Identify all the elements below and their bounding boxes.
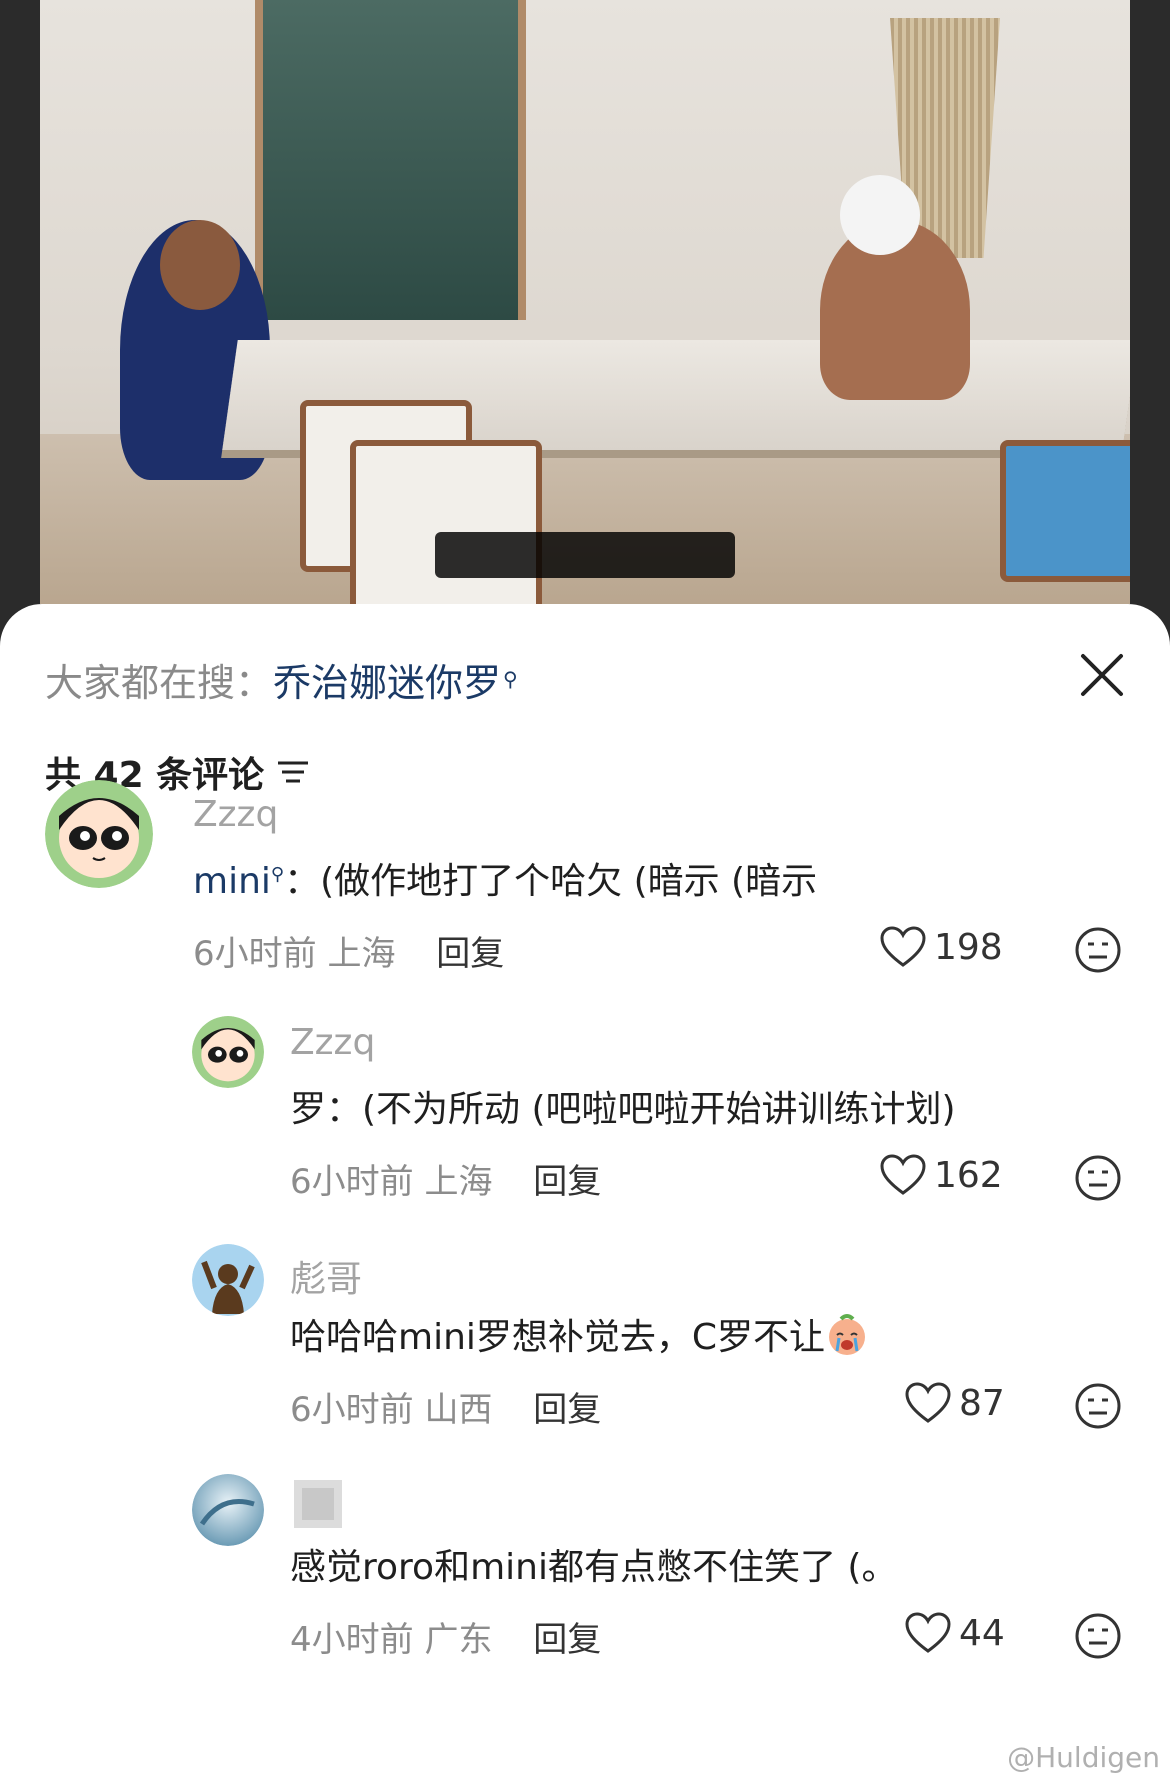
comment-location: 上海 <box>424 1162 493 1202</box>
trending-search[interactable]: 大家都在搜： 乔治娜迷你罗 ⚲ <box>45 652 518 707</box>
comment-time: 6小时前 <box>193 934 317 974</box>
heart-icon <box>905 1612 951 1653</box>
search-icon: ⚲ <box>503 667 518 691</box>
avatar[interactable] <box>192 1474 264 1546</box>
like-button[interactable]: 87 <box>905 1382 1005 1424</box>
dislike-face-icon[interactable] <box>1074 1382 1122 1430</box>
like-count: 87 <box>959 1382 1005 1424</box>
comment-time: 6小时前 <box>290 1162 414 1202</box>
video-door <box>255 0 526 320</box>
video-player[interactable] <box>40 0 1130 604</box>
comment-text: mini⚲：(做作地打了个哈欠 (暗示 (暗示 <box>193 852 817 904</box>
comment-location: 山西 <box>424 1390 493 1430</box>
crying-emoji-icon <box>829 1314 866 1355</box>
watermark: @Huldigen <box>1007 1741 1160 1774</box>
dislike-face-icon[interactable] <box>1074 1612 1122 1660</box>
video-progress-pill[interactable] <box>435 532 735 578</box>
comment-time: 4小时前 <box>290 1620 414 1660</box>
comment-meta: 4小时前 广东 回复 <box>290 1612 601 1661</box>
comment-location: 广东 <box>424 1620 493 1660</box>
comment-sheet: 大家都在搜： 乔治娜迷你罗 ⚲ 共 42 条评论 Zzzq mini⚲：(做作地… <box>0 604 1170 1786</box>
dislike-face-icon[interactable] <box>1074 926 1122 974</box>
comment-mention[interactable]: mini <box>193 861 271 902</box>
comment-time: 6小时前 <box>290 1390 414 1430</box>
reply-button[interactable]: 回复 <box>436 934 504 974</box>
trending-search-term[interactable]: 乔治娜迷你罗 <box>273 652 501 707</box>
like-button[interactable]: 198 <box>880 926 1003 968</box>
search-icon: ⚲ <box>270 864 285 885</box>
video-chair <box>350 440 542 604</box>
avatar[interactable] <box>45 780 153 888</box>
like-count: 162 <box>934 1154 1003 1196</box>
heart-icon <box>880 926 926 967</box>
comment-meta: 6小时前 上海 回复 <box>193 926 504 975</box>
comment-body: 罗：(不为所动 (吧啦吧啦开始讲训练计划) <box>290 1089 956 1130</box>
close-icon[interactable] <box>1075 648 1129 702</box>
comment-username[interactable]: Zzzq <box>290 1022 375 1063</box>
comment-text: 哈哈哈mini罗想补觉去，C罗不让 <box>290 1308 869 1360</box>
video-chair-blue <box>1000 440 1130 582</box>
comment-username[interactable]: 彪哥 <box>290 1250 362 1302</box>
comment-meta: 6小时前 上海 回复 <box>290 1154 601 1203</box>
reply-button[interactable]: 回复 <box>533 1390 601 1430</box>
trending-search-prefix: 大家都在搜： <box>45 660 274 705</box>
video-person-man-cap <box>840 175 920 255</box>
reply-button[interactable]: 回复 <box>533 1620 601 1660</box>
heart-icon <box>905 1382 951 1423</box>
like-button[interactable]: 44 <box>905 1612 1005 1654</box>
comment-location: 上海 <box>327 934 396 974</box>
video-person-boy-head <box>160 220 240 310</box>
like-count: 44 <box>959 1612 1005 1654</box>
avatar[interactable] <box>192 1016 264 1088</box>
dislike-face-icon[interactable] <box>1074 1154 1122 1202</box>
comment-username[interactable]: Zzzq <box>193 794 278 835</box>
like-count: 198 <box>934 926 1003 968</box>
comment-body: ：(做作地打了个哈欠 (暗示 (暗示 <box>284 861 818 902</box>
sort-icon[interactable] <box>276 757 310 787</box>
comment-body: 感觉roro和mini都有点憋不住笑了 (。 <box>290 1547 898 1588</box>
heart-icon <box>880 1154 926 1195</box>
avatar[interactable] <box>192 1244 264 1316</box>
comment-body: 哈哈哈mini罗想补觉去，C罗不让 <box>290 1317 826 1358</box>
username-placeholder-image[interactable] <box>294 1480 342 1528</box>
reply-button[interactable]: 回复 <box>533 1162 601 1202</box>
like-button[interactable]: 162 <box>880 1154 1003 1196</box>
comment-meta: 6小时前 山西 回复 <box>290 1382 601 1431</box>
